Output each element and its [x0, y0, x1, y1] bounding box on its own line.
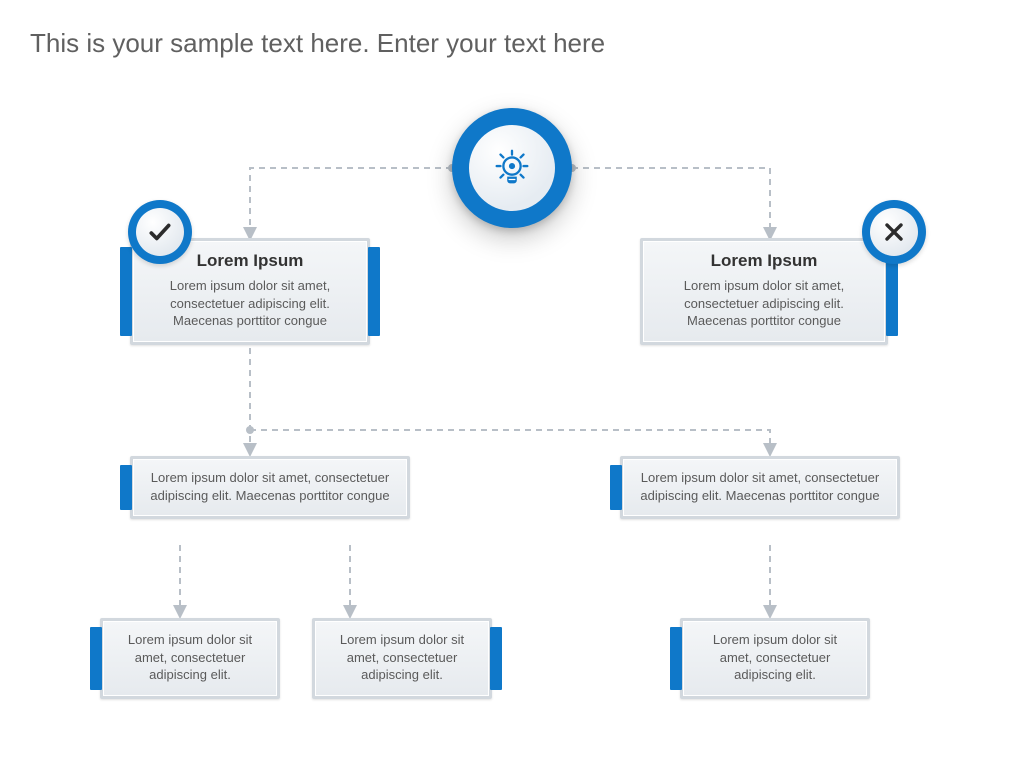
node-body: Lorem ipsum dolor sit amet, consectetuer… — [149, 469, 391, 504]
node-body: Lorem ipsum dolor sit amet, consectetuer… — [699, 631, 851, 684]
lightbulb-icon — [489, 145, 535, 191]
idea-circle — [452, 108, 572, 228]
node-body: Lorem ipsum dolor sit amet, consectetuer… — [331, 631, 473, 684]
cross-icon — [882, 220, 906, 244]
node-title: Lorem Ipsum — [659, 251, 869, 271]
mid-left-node: Lorem ipsum dolor sit amet, consectetuer… — [130, 456, 410, 519]
mid-right-node: Lorem ipsum dolor sit amet, consectetuer… — [620, 456, 900, 519]
bottom-left-2-node: Lorem ipsum dolor sit amet, consectetuer… — [312, 618, 492, 699]
bottom-right-node: Lorem ipsum dolor sit amet, consectetuer… — [680, 618, 870, 699]
node-body: Lorem ipsum dolor sit amet, consectetuer… — [149, 277, 351, 330]
check-icon — [147, 219, 173, 245]
node-body: Lorem ipsum dolor sit amet, consectetuer… — [659, 277, 869, 330]
decision-no-node: Lorem Ipsum Lorem ipsum dolor sit amet, … — [640, 238, 888, 345]
node-body: Lorem ipsum dolor sit amet, consectetuer… — [639, 469, 881, 504]
check-badge — [128, 200, 192, 264]
node-body: Lorem ipsum dolor sit amet, consectetuer… — [119, 631, 261, 684]
slide-title: This is your sample text here. Enter you… — [30, 28, 605, 59]
bottom-left-1-node: Lorem ipsum dolor sit amet, consectetuer… — [100, 618, 280, 699]
cross-badge — [862, 200, 926, 264]
